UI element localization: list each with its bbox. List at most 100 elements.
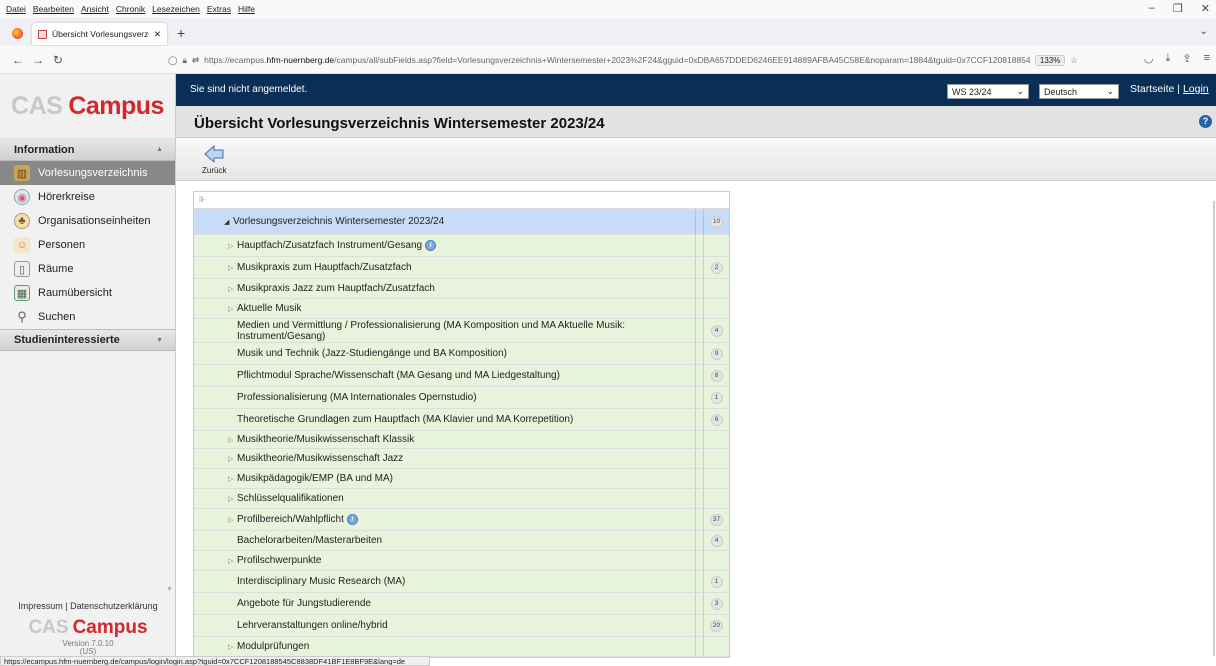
sidebar-scroll-arrow-icon[interactable]: ▼ [166, 586, 173, 593]
tree-row-text[interactable]: Musiktheorie/Musikwissenschaft Klassik [237, 434, 414, 445]
tree-row[interactable]: ▷ Musikpraxis zum Hauptfach/Zusatzfach 2 [194, 257, 729, 279]
login-link[interactable]: Login [1183, 83, 1209, 95]
tree-row[interactable]: Medien und Vermittlung / Professionalisi… [194, 319, 729, 343]
tree-row[interactable]: Pflichtmodul Sprache/Wissenschaft (MA Ge… [194, 365, 729, 387]
tree-row[interactable]: Musik und Technik (Jazz-Studiengänge und… [194, 343, 729, 365]
collapsed-triangle-icon[interactable]: ▷ [228, 264, 237, 272]
collapsed-triangle-icon[interactable]: ▷ [228, 242, 237, 250]
info-icon[interactable]: i [425, 240, 437, 251]
tree-row-text[interactable]: Hauptfach/Zusatzfach Instrument/Gesang [237, 240, 422, 251]
tree-row[interactable]: ▷ Profilschwerpunkte [194, 551, 729, 571]
tree-row[interactable]: ▷ Aktuelle Musik [194, 299, 729, 319]
tree-row-text[interactable]: Medien und Vermittlung / Professionalisi… [237, 320, 695, 342]
close-window-icon[interactable]: ✕ [1201, 2, 1210, 15]
tree-row[interactable]: Professionalisierung (MA Internationales… [194, 387, 729, 409]
tree-row[interactable]: Theoretische Grundlagen zum Hauptfach (M… [194, 409, 729, 431]
content-scrollbar[interactable] [1213, 201, 1215, 656]
collapsed-triangle-icon[interactable]: ▷ [228, 285, 237, 293]
tree-row[interactable]: ▷ Musikpraxis Jazz zum Hauptfach/Zusatzfa… [194, 279, 729, 299]
tree-row-text[interactable]: Musikpraxis zum Hauptfach/Zusatzfach [237, 262, 412, 273]
bookmark-star-icon[interactable]: ☆ [1070, 55, 1078, 66]
section-information[interactable]: Information ▲ [0, 139, 175, 161]
section-studieninteressierte[interactable]: Studieninteressierte ▼ [0, 329, 175, 351]
tree-row-text[interactable]: Profilschwerpunkte [237, 555, 321, 566]
tree-row-text[interactable]: Schlüsselqualifikationen [237, 493, 344, 504]
menu-chronik[interactable]: Chronik [116, 4, 145, 14]
tree-row-text[interactable]: Profilbereich/Wahlpflicht [237, 514, 344, 525]
tree-row-text[interactable]: Professionalisierung (MA Internationales… [237, 392, 477, 403]
tree-root-row[interactable]: ◢ Vorlesungsverzeichnis Wintersemester 2… [194, 209, 729, 235]
tree-row-text[interactable]: Interdisciplinary Music Research (MA) [237, 576, 405, 587]
expand-icon[interactable]: ▼ [156, 337, 163, 344]
minimize-icon[interactable]: – [1149, 2, 1155, 15]
collapsed-triangle-icon[interactable]: ▷ [228, 436, 237, 444]
extensions-icon[interactable]: ⇪ [1182, 52, 1191, 65]
restore-icon[interactable]: ❐ [1173, 2, 1183, 15]
collapsed-triangle-icon[interactable]: ▷ [228, 516, 237, 524]
new-tab-icon[interactable]: + [177, 25, 185, 41]
shield-icon[interactable]: ◯ [168, 55, 178, 66]
tree-row-text[interactable]: Musikpraxis Jazz zum Hauptfach/Zusatzfac… [237, 283, 435, 294]
impressum-link[interactable]: Impressum | Datenschutzerklärung [0, 601, 176, 611]
sidebar-item-raeume[interactable]: ▯ Räume [0, 257, 175, 281]
collapsed-triangle-icon[interactable]: ▷ [228, 455, 237, 463]
language-select[interactable]: Deutsch ⌄ [1039, 84, 1119, 99]
pocket-icon[interactable]: ◡ [1144, 52, 1154, 65]
term-select[interactable]: WS 23/24 ⌄ [947, 84, 1029, 99]
menu-bearbeiten[interactable]: Bearbeiten [33, 4, 74, 14]
url-bar[interactable]: ◯ 🔒︎ ⇄ https://ecampus.hfm-nuernberg.de/… [168, 50, 1078, 70]
forward-nav-icon[interactable]: → [28, 53, 48, 67]
url-text[interactable]: https://ecampus.hfm-nuernberg.de/campus/… [204, 55, 1030, 65]
tree-row[interactable]: Lehrveranstaltungen online/hybrid 20 [194, 615, 729, 637]
back-nav-icon[interactable]: ← [8, 53, 28, 67]
tree-row[interactable]: Bachelorarbeiten/Masterarbeiten 4 [194, 531, 729, 551]
reload-icon[interactable]: ↻ [48, 53, 68, 67]
menu-ansicht[interactable]: Ansicht [81, 4, 109, 14]
browser-tab[interactable]: Übersicht Vorlesungsverzeichnis ✕ [32, 23, 167, 45]
app-menu-icon[interactable]: ≡ [1204, 52, 1210, 65]
collapsed-triangle-icon[interactable]: ▷ [228, 643, 237, 651]
tree-row-text[interactable]: Musiktheorie/Musikwissenschaft Jazz [237, 453, 403, 464]
lock-icon[interactable]: 🔒︎ [183, 55, 188, 66]
tab-close-icon[interactable]: ✕ [154, 29, 161, 40]
sidebar-item-raumuebersicht[interactable]: ▦ Raumübersicht [0, 281, 175, 305]
menu-datei[interactable]: Datei [6, 4, 26, 14]
tree-row[interactable]: ▷ Musikpädagogik/EMP (BA und MA) [194, 469, 729, 489]
firefox-icon[interactable] [12, 28, 23, 39]
collapsed-triangle-icon[interactable]: ▷ [228, 557, 237, 565]
tree-row-text[interactable]: Bachelorarbeiten/Masterarbeiten [237, 535, 382, 546]
menu-hilfe[interactable]: Hilfe [238, 4, 255, 14]
tree-row-text[interactable]: Musik und Technik (Jazz-Studiengänge und… [237, 348, 507, 359]
tree-row[interactable]: ▷ Schlüsselqualifikationen [194, 489, 729, 509]
menu-extras[interactable]: Extras [207, 4, 231, 14]
tree-row-text[interactable]: Angebote für Jungstudierende [237, 598, 371, 609]
expanded-triangle-icon[interactable]: ◢ [224, 218, 233, 226]
tree-row[interactable]: ▷ Musiktheorie/Musikwissenschaft Jazz [194, 449, 729, 469]
tree-row-text[interactable]: Aktuelle Musik [237, 303, 301, 314]
tree-expand-all-icon[interactable]: ⊪ [194, 192, 729, 209]
downloads-icon[interactable]: ⤓ [1165, 52, 1170, 65]
tree-row-text[interactable]: Modulprüfungen [237, 641, 309, 652]
collapse-icon[interactable]: ▲ [156, 146, 163, 153]
tree-row-text[interactable]: Pflichtmodul Sprache/Wissenschaft (MA Ge… [237, 370, 560, 381]
sidebar-item-vorlesungsverzeichnis[interactable]: ▥ Vorlesungsverzeichnis [0, 161, 175, 185]
sidebar-item-hoererkreise[interactable]: ◉ Hörerkreise [0, 185, 175, 209]
permissions-icon[interactable]: ⇄ [192, 55, 199, 66]
startseite-link[interactable]: Startseite [1130, 83, 1174, 95]
list-tabs-icon[interactable]: ⌄ [1200, 26, 1208, 37]
sidebar-item-personen[interactable]: ☺ Personen [0, 233, 175, 257]
tree-row[interactable]: Interdisciplinary Music Research (MA) 1 [194, 571, 729, 593]
zoom-indicator[interactable]: 133% [1034, 54, 1066, 66]
tree-row[interactable]: Angebote für Jungstudierende 3 [194, 593, 729, 615]
help-icon[interactable]: ? [1199, 115, 1212, 128]
menu-lesezeichen[interactable]: Lesezeichen [152, 4, 200, 14]
tree-row[interactable]: ▷ Profilbereich/Wahlpflicht i 37 [194, 509, 729, 531]
back-button[interactable]: Zurück [202, 144, 226, 175]
tree-row-text[interactable]: Musikpädagogik/EMP (BA und MA) [237, 473, 393, 484]
collapsed-triangle-icon[interactable]: ▷ [228, 305, 237, 313]
sidebar-item-suchen[interactable]: ⚲ Suchen [0, 305, 175, 329]
tree-row[interactable]: ▷ Hauptfach/Zusatzfach Instrument/Gesang i [194, 235, 729, 257]
tree-row-text[interactable]: Theoretische Grundlagen zum Hauptfach (M… [237, 414, 573, 425]
info-icon[interactable]: i [346, 514, 358, 525]
tree-row-text[interactable]: Lehrveranstaltungen online/hybrid [237, 620, 388, 631]
